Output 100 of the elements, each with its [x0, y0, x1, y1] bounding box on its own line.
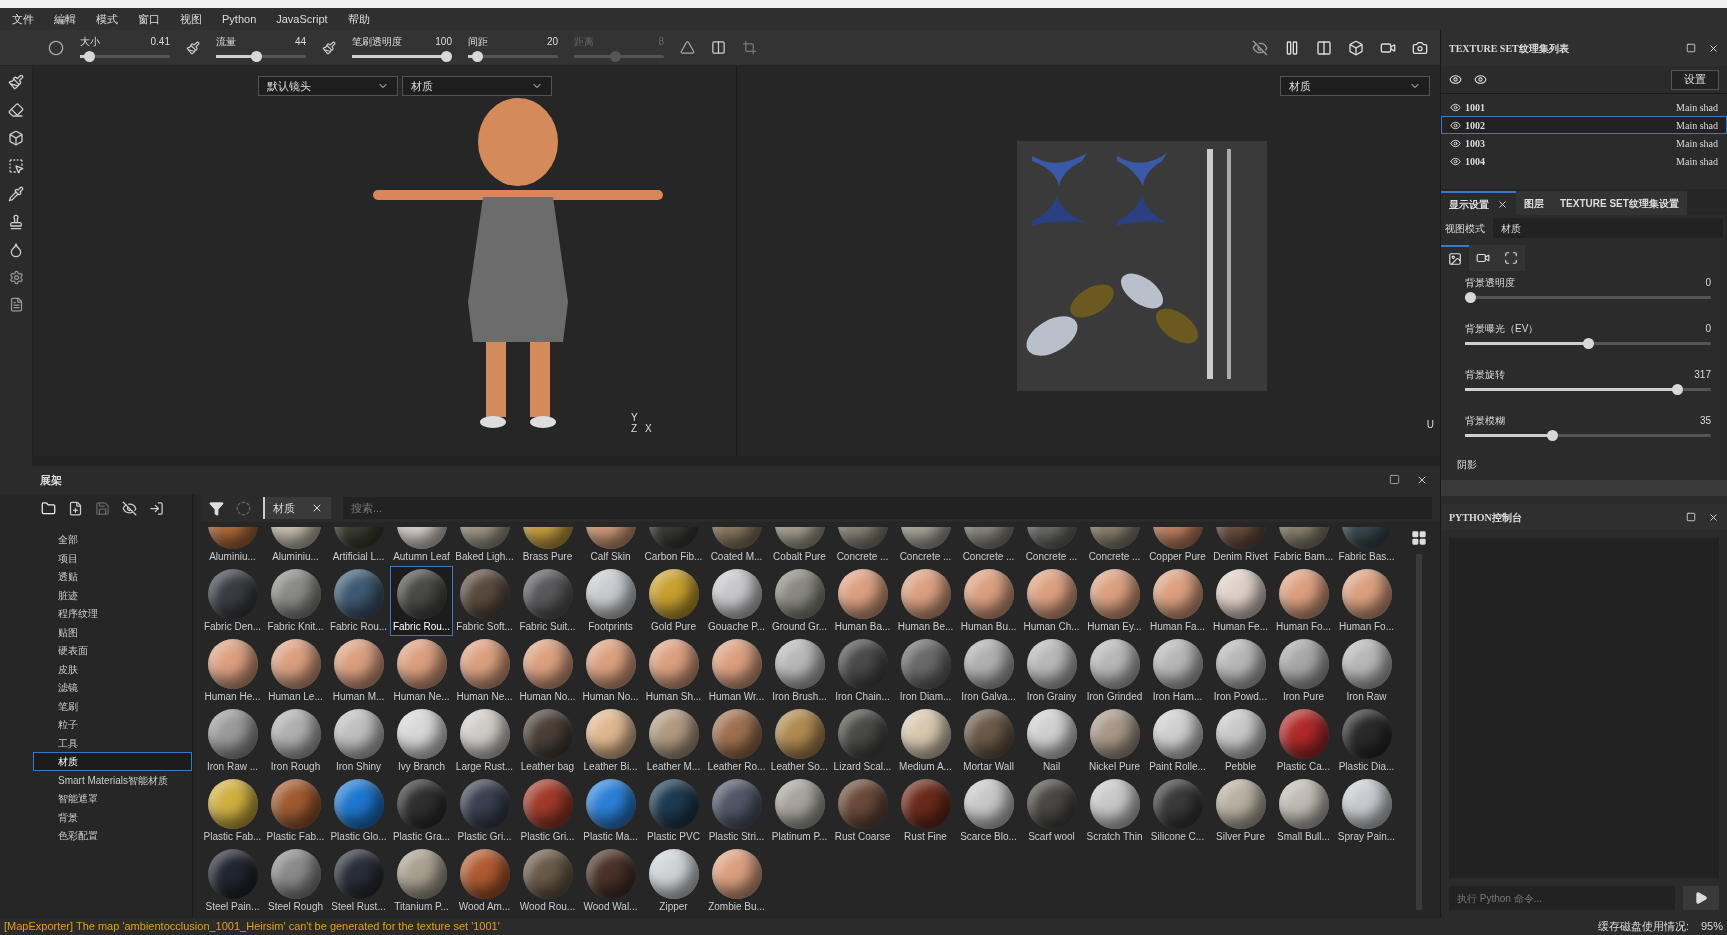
material-thumbnail[interactable]: Human He... [201, 636, 264, 706]
material-thumbnail[interactable]: Gold Pure [642, 566, 705, 636]
split-view-icon[interactable] [1316, 39, 1332, 56]
material-thumbnail[interactable]: Concrete ... [831, 526, 894, 566]
material-thumbnail[interactable]: Calf Skin [579, 526, 642, 566]
dropdown[interactable]: 材质 [401, 76, 552, 96]
menu-item[interactable]: Python [222, 10, 257, 28]
category-item[interactable]: 粒子 [33, 715, 192, 734]
document-icon[interactable] [8, 297, 24, 312]
texture-set-row[interactable]: 1003 Main shad [1441, 134, 1727, 152]
eye-icon[interactable] [1474, 73, 1487, 86]
material-thumbnail[interactable]: Human Ba... [831, 566, 894, 636]
material-thumbnail[interactable]: Human Fa... [1146, 566, 1209, 636]
material-thumbnail[interactable]: Nickel Pure [1083, 706, 1146, 776]
texture-set-row[interactable]: 1002 Main shad [1441, 116, 1727, 134]
material-thumbnail[interactable]: Scarce Blo... [957, 776, 1020, 846]
material-thumbnail[interactable]: Denim Rivet [1209, 526, 1272, 566]
material-thumbnail[interactable]: Plastic Dia... [1335, 706, 1398, 776]
material-thumbnail[interactable]: Platinum P... [768, 776, 831, 846]
panel-tab[interactable]: 显示设置 [1441, 191, 1516, 215]
hide-icon[interactable] [122, 500, 137, 516]
material-thumbnail[interactable]: Plastic Gra... [390, 776, 453, 846]
menu-item[interactable]: JavaScript [276, 10, 328, 28]
save-icon[interactable] [95, 500, 110, 516]
texture-set-row[interactable]: 1004 Main shad [1441, 152, 1727, 170]
category-item[interactable]: 笔刷 [33, 696, 192, 715]
material-thumbnail[interactable]: Wood Rou... [516, 846, 579, 916]
material-thumbnail[interactable]: Plastic Stri... [705, 776, 768, 846]
category-item[interactable]: 智能遮罩 [33, 789, 192, 808]
pipette-icon[interactable] [8, 186, 24, 202]
material-thumbnail[interactable]: Small Bull... [1272, 776, 1335, 846]
category-item[interactable]: 工具 [33, 733, 192, 752]
material-thumbnail[interactable]: Concrete ... [1020, 526, 1083, 566]
material-thumbnail[interactable]: Silicone C... [1146, 776, 1209, 846]
material-thumbnail[interactable]: Plastic Ma... [579, 776, 642, 846]
material-thumbnail[interactable]: Human Fo... [1272, 566, 1335, 636]
material-thumbnail[interactable]: Autumn Leaf [390, 526, 453, 566]
material-thumbnail[interactable]: Rust Coarse [831, 776, 894, 846]
pause-icon[interactable] [1284, 39, 1300, 56]
settings-button[interactable]: 设置 [1671, 69, 1719, 90]
menu-item[interactable]: 窗口 [138, 10, 160, 28]
search-field[interactable]: 搜索... [343, 497, 1432, 519]
material-thumbnail[interactable]: Fabric Knit... [264, 566, 327, 636]
import-icon[interactable] [149, 500, 164, 516]
material-thumbnail[interactable]: Leather bag [516, 706, 579, 776]
material-thumbnail[interactable]: Steel Pain... [201, 846, 264, 916]
material-thumbnail[interactable]: Iron Raw [1335, 636, 1398, 706]
close-icon[interactable] [311, 502, 323, 514]
material-thumbnail[interactable]: Artificial L... [327, 526, 390, 566]
material-thumbnail[interactable]: Ivy Branch [390, 706, 453, 776]
material-thumbnail[interactable]: Cobalt Pure [768, 526, 831, 566]
category-item[interactable]: 背景 [33, 807, 192, 826]
material-thumbnail[interactable]: Plastic Gri... [516, 776, 579, 846]
material-thumbnail[interactable]: Wood Wal... [579, 846, 642, 916]
material-thumbnail[interactable]: Scarf wool [1020, 776, 1083, 846]
screenshot-icon[interactable] [1412, 39, 1428, 56]
material-thumbnail[interactable]: Fabric Suit... [516, 566, 579, 636]
material-thumbnail[interactable]: Zombie Bu... [705, 846, 768, 916]
material-thumbnail[interactable]: Coated M... [705, 526, 768, 566]
eye-icon[interactable] [1450, 101, 1461, 113]
material-thumbnail[interactable]: Plastic Fab... [201, 776, 264, 846]
material-thumbnail[interactable]: Human Wr... [705, 636, 768, 706]
material-thumbnail[interactable]: Iron Rough [264, 706, 327, 776]
material-thumbnail[interactable]: Medium A... [894, 706, 957, 776]
material-thumbnail[interactable]: Ground Gr... [768, 566, 831, 636]
material-thumbnail[interactable]: Iron Brush... [768, 636, 831, 706]
settings-icon[interactable] [8, 270, 24, 285]
material-thumbnail[interactable]: Iron Chain... [831, 636, 894, 706]
material-thumbnail[interactable]: Iron Galva... [957, 636, 1020, 706]
selection-icon[interactable] [8, 158, 24, 174]
slider-track[interactable] [1465, 292, 1711, 303]
run-button[interactable] [1683, 886, 1719, 910]
material-thumbnail[interactable]: Aluminiu... [264, 526, 327, 566]
material-thumbnail[interactable]: Lizard Scal... [831, 706, 894, 776]
material-thumbnail[interactable]: Plastic Ca... [1272, 706, 1335, 776]
material-thumbnail[interactable]: Iron Powd... [1209, 636, 1272, 706]
material-thumbnail[interactable]: Human Ch... [1020, 566, 1083, 636]
droplet-icon[interactable] [8, 242, 24, 258]
material-thumbnail[interactable]: Concrete ... [894, 526, 957, 566]
slider-track[interactable] [1465, 430, 1711, 441]
material-thumbnail[interactable]: Fabric Bas... [1335, 526, 1398, 566]
category-item[interactable]: 滤镜 [33, 678, 192, 697]
material-thumbnail[interactable]: Human Fe... [1209, 566, 1272, 636]
material-thumbnail[interactable]: Leather So... [768, 706, 831, 776]
category-item[interactable]: Smart Materials智能材质 [33, 770, 192, 789]
dropdown[interactable]: 默认镜头 [257, 76, 398, 96]
filter-chip[interactable]: 材质 [263, 497, 331, 519]
texture-set-row[interactable]: 1001 Main shad [1441, 98, 1727, 116]
material-thumbnail[interactable]: Carbon Fib... [642, 526, 705, 566]
material-thumbnail[interactable]: Iron Raw ... [201, 706, 264, 776]
close-icon[interactable] [1708, 511, 1719, 523]
material-thumbnail[interactable]: Steel Rough [264, 846, 327, 916]
close-icon[interactable] [1497, 198, 1508, 210]
menu-item[interactable]: 帮助 [347, 10, 370, 28]
material-thumbnail[interactable]: Iron Ham... [1146, 636, 1209, 706]
undock-icon[interactable] [1389, 474, 1400, 485]
material-thumbnail[interactable]: Human Ey... [1083, 566, 1146, 636]
grid-view-icon[interactable] [1411, 530, 1427, 546]
material-thumbnail[interactable]: Silver Pure [1209, 776, 1272, 846]
material-thumbnail[interactable]: Plastic PVC [642, 776, 705, 846]
